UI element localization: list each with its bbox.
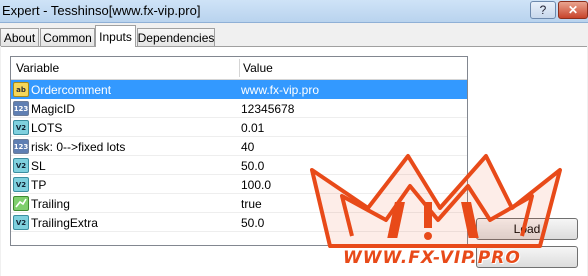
tab-inputs[interactable]: Inputs [95,25,136,47]
save-button[interactable] [476,246,578,268]
table-row[interactable]: ab Ordercomment www.fx-vip.pro [11,80,467,99]
variable-value[interactable]: 12345678 [241,102,294,116]
table-row[interactable]: V2 LOTS 0.01 [11,118,467,137]
grid-header: Variable Value [11,57,467,80]
variable-name: LOTS [31,121,63,135]
variable-name: risk: 0-->fixed lots [31,140,126,154]
double-type-icon: V2 [13,120,29,135]
variable-name: SL [31,159,46,173]
table-row[interactable]: 123 MagicID 12345678 [11,99,467,118]
table-row[interactable]: V2 SL 50.0 [11,156,467,175]
integer-type-icon: 123 [13,139,29,154]
bool-type-icon [13,196,29,211]
tab-about[interactable]: About [0,28,39,46]
table-row[interactable]: V2 TrailingExtra 50.0 [11,213,467,232]
variable-value[interactable]: www.fx-vip.pro [241,83,319,97]
tab-common[interactable]: Common [40,28,95,46]
tab-strip: About Common Inputs Dependencies [0,22,588,47]
double-type-icon: V2 [13,177,29,192]
variable-value[interactable]: 50.0 [241,216,264,230]
inputs-grid: Variable Value ab Ordercomment www.fx-vi… [10,56,468,246]
help-button[interactable]: ? [530,1,556,19]
variable-value[interactable]: true [241,197,262,211]
variable-value[interactable]: 100.0 [241,178,271,192]
column-header-variable[interactable]: Variable [16,61,59,75]
title-bar: Expert - Tesshinso[www.fx-vip.pro] ? ✕ [0,0,588,23]
double-type-icon: V2 [13,215,29,230]
variable-value[interactable]: 40 [241,140,254,154]
integer-type-icon: 123 [13,101,29,116]
table-row[interactable]: Trailing true [11,194,467,213]
variable-name: Ordercomment [31,83,112,97]
variable-value[interactable]: 0.01 [241,121,264,135]
string-type-icon: ab [13,82,29,97]
close-button[interactable]: ✕ [558,1,588,19]
table-row[interactable]: V2 TP 100.0 [11,175,467,194]
variable-name: TrailingExtra [31,216,98,230]
table-row[interactable]: 123 risk: 0-->fixed lots 40 [11,137,467,156]
window-title: Expert - Tesshinso[www.fx-vip.pro] [2,3,201,18]
tab-dependencies[interactable]: Dependencies [137,28,215,46]
column-header-value[interactable]: Value [243,61,273,75]
variable-value[interactable]: 50.0 [241,159,264,173]
double-type-icon: V2 [13,158,29,173]
load-button[interactable]: Load [476,218,578,240]
variable-name: Trailing [31,197,70,211]
variable-name: TP [31,178,47,192]
variable-name: MagicID [31,102,76,116]
